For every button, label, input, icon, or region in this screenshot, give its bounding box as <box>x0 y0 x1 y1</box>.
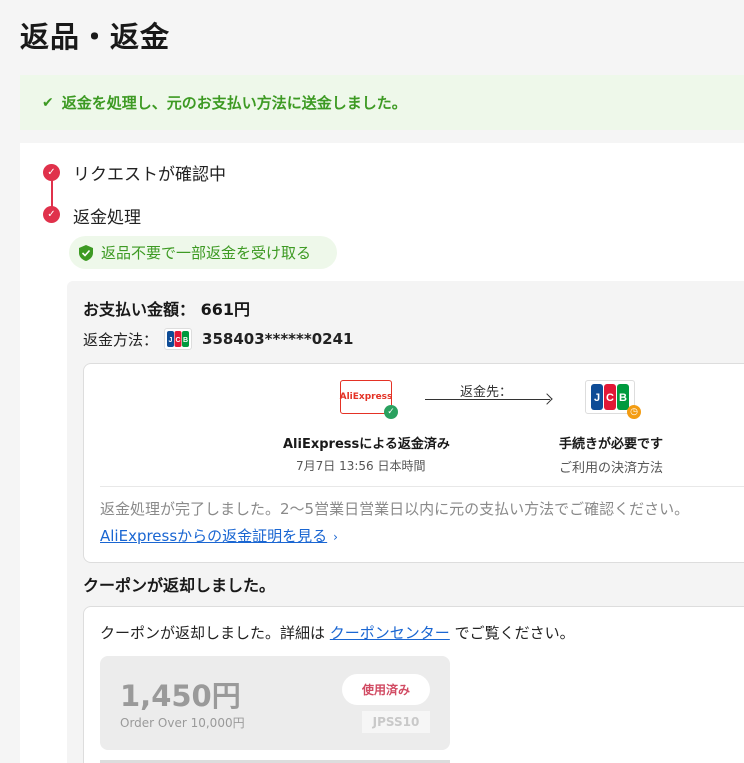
refund-type-tag: 返品不要で一部返金を受け取る <box>69 236 337 269</box>
divider <box>100 486 744 487</box>
refund-timestamp: 7月7日 13:56 日本時間 <box>296 459 426 473</box>
step-label-request: リクエストが確認中 <box>73 165 226 185</box>
svg-text:J: J <box>594 392 600 404</box>
coupon-code: JPSS10 <box>362 711 430 733</box>
svg-text:B: B <box>183 337 188 344</box>
refund-method-label: 返金方法： <box>83 330 159 349</box>
check-icon: ✓ <box>384 405 398 419</box>
refund-method: 返金方法： J C B 358403******0241 <box>83 328 353 350</box>
refund-tag-label: 返品不要で一部返金を受け取る <box>101 244 312 262</box>
refund-source-title: AliExpressによる返金済み <box>283 437 450 452</box>
coupon-center-link[interactable]: クーポンセンター <box>330 624 450 642</box>
chevron-right-icon: › <box>333 530 338 544</box>
step-check-icon: ✓ <box>43 206 60 223</box>
check-icon: ✔ <box>42 94 54 111</box>
step-label-refund: 返金処理 <box>73 208 141 228</box>
refund-proof-link-label: AliExpressからの返金証明を見る <box>100 527 328 545</box>
coupon-status-badge: 使用済み <box>342 674 430 705</box>
svg-text:C: C <box>606 392 614 404</box>
jcb-card-icon: J C B <box>164 328 193 350</box>
svg-text:C: C <box>175 337 180 344</box>
coupon-message-after: でご覧ください。 <box>454 624 575 642</box>
refund-proof-link[interactable]: AliExpressからの返金証明を見る › <box>100 525 338 546</box>
card-number: 358403******0241 <box>202 330 354 348</box>
refund-destination-title: 手続きが必要です <box>559 437 664 452</box>
arrow-label: 返金先： <box>460 385 513 400</box>
clock-icon: ◷ <box>627 405 641 419</box>
svg-text:B: B <box>619 392 627 404</box>
coupon-amount: 1,450円 <box>120 679 241 713</box>
payment-amount-label: お支払い金額： <box>83 300 196 319</box>
step-check-icon: ✓ <box>43 164 60 181</box>
svg-text:J: J <box>169 337 173 344</box>
coupon-message: クーポンが返却しました。詳細は クーポンセンター でご覧ください。 <box>100 622 575 643</box>
success-banner: ✔ 返金を処理し、元のお支払い方法に送金しました。 <box>20 75 744 130</box>
refund-complete-message: 返金処理が完了しました。2～5営業日営業日以内に元の支払い方法でご確認ください。 <box>100 500 690 518</box>
arrow-line <box>425 399 550 400</box>
page-title: 返品・返金 <box>20 20 171 54</box>
shield-icon <box>79 244 93 261</box>
coupon-condition: Order Over 10,000円 <box>120 716 245 730</box>
coupon-heading: クーポンが返却しました。 <box>83 576 276 595</box>
banner-message: 返金を処理し、元のお支払い方法に送金しました。 <box>61 94 407 112</box>
payment-amount-value: 661円 <box>200 300 250 319</box>
payment-amount: お支払い金額： 661円 <box>83 296 250 320</box>
refund-destination-subtitle: ご利用の決済方法 <box>559 461 664 476</box>
coupon-message-before: クーポンが返却しました。詳細は <box>100 624 326 642</box>
